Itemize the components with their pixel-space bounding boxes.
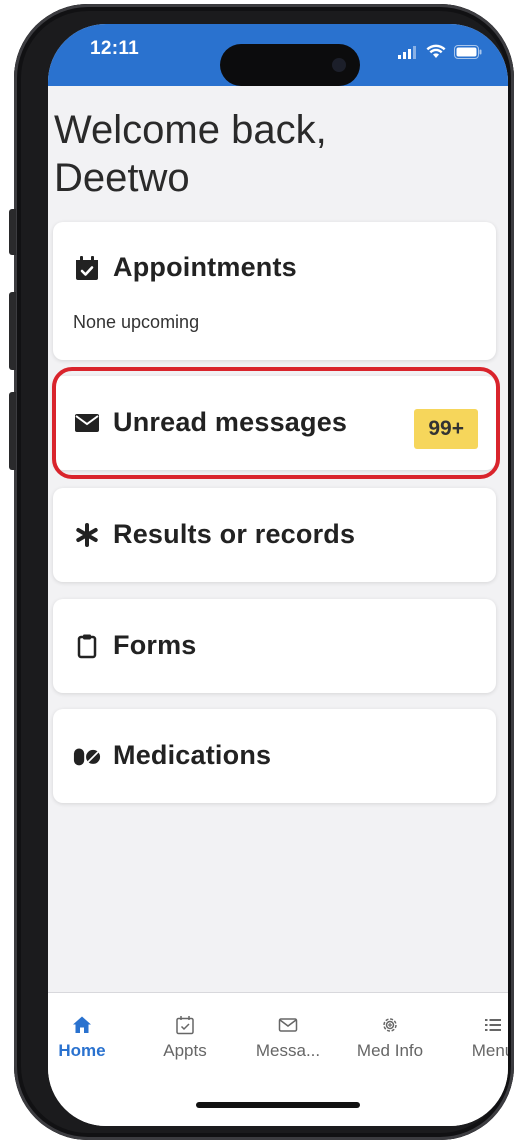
forms-label: Forms xyxy=(113,630,197,660)
calendar-check-icon xyxy=(176,1016,194,1035)
tab-label-menu: Menu xyxy=(471,1041,508,1060)
results-title-row: Results or records xyxy=(73,519,355,550)
results-card[interactable]: Results or records xyxy=(53,488,496,582)
medications-title-row: Medications xyxy=(73,740,271,771)
medical-cog-icon xyxy=(383,1018,397,1032)
battery-icon xyxy=(454,44,482,59)
volume-down-button xyxy=(9,392,16,470)
appointments-label: Appointments xyxy=(113,252,297,282)
phone-frame: 12:11 Welcome back, Deetwo Appointments … xyxy=(9,4,514,1140)
calendar-check-icon xyxy=(73,254,101,282)
status-bar: 12:11 xyxy=(48,24,508,86)
highlight-annotation xyxy=(52,367,500,479)
bottom-tab-bar: Home Appts Messa... Med Info Men xyxy=(48,992,508,1126)
forms-card[interactable]: Forms xyxy=(53,599,496,693)
tab-label-med-info: Med Info xyxy=(356,1041,424,1060)
appointments-card[interactable]: Appointments None upcoming xyxy=(53,222,496,360)
tab-messages[interactable]: Messa... xyxy=(242,1015,334,1061)
tab-label-messages: Messa... xyxy=(255,1041,321,1060)
appointments-title-row: Appointments xyxy=(73,252,297,283)
volume-up-button xyxy=(9,292,16,370)
tab-menu[interactable]: Menu xyxy=(447,1015,508,1061)
tab-label-home: Home xyxy=(58,1041,106,1060)
wifi-icon xyxy=(426,44,446,58)
status-icons xyxy=(398,44,482,59)
list-icon xyxy=(485,1019,501,1031)
results-label: Results or records xyxy=(113,519,356,549)
forms-title-row: Forms xyxy=(73,630,197,661)
tab-home[interactable]: Home xyxy=(48,1015,128,1061)
dynamic-island xyxy=(220,44,360,86)
silent-switch xyxy=(9,209,16,255)
home-icon xyxy=(73,1016,91,1033)
welcome-line: Welcome back, xyxy=(54,108,327,152)
camera-icon xyxy=(332,58,346,72)
signal-icon xyxy=(398,45,416,59)
envelope-icon xyxy=(278,1018,298,1032)
status-time: 12:11 xyxy=(90,38,140,59)
tab-label-appts: Appts xyxy=(163,1041,207,1060)
tab-appts[interactable]: Appts xyxy=(139,1015,231,1061)
clipboard-icon xyxy=(73,632,101,660)
page-title: Welcome back, Deetwo xyxy=(54,106,494,202)
pills-icon xyxy=(73,742,101,770)
appointments-status: None upcoming xyxy=(73,312,200,332)
home-indicator[interactable] xyxy=(196,1102,360,1108)
screen: 12:11 Welcome back, Deetwo Appointments … xyxy=(48,24,508,1126)
medications-label: Medications xyxy=(113,740,272,770)
asterisk-icon xyxy=(73,521,101,549)
medications-card[interactable]: Medications xyxy=(53,709,496,803)
user-name: Deetwo xyxy=(54,156,190,200)
tab-med-info[interactable]: Med Info xyxy=(344,1015,436,1061)
